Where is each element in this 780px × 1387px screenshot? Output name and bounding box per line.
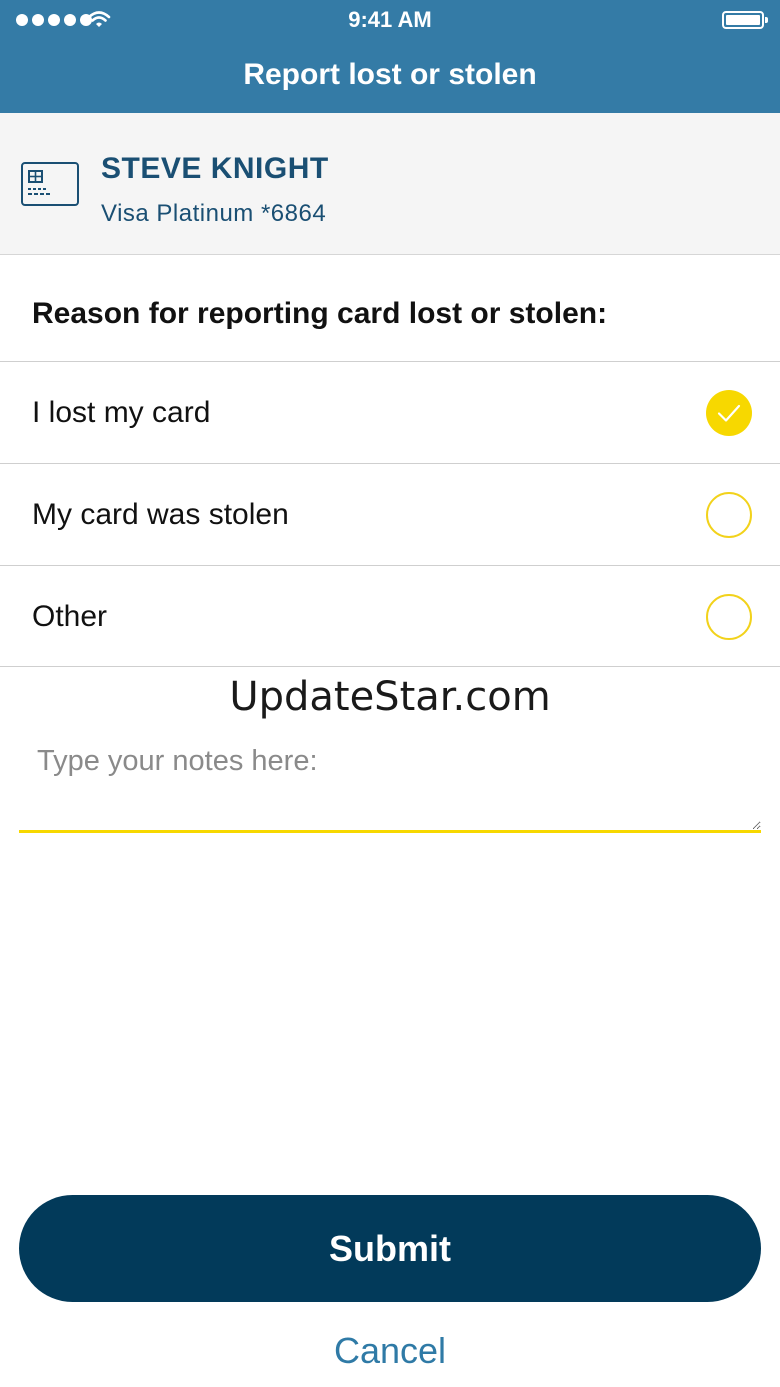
radio-unchecked-icon[interactable] [706,492,752,538]
page-title: Report lost or stolen [243,58,537,91]
option-lost-card[interactable]: I lost my card [0,361,780,462]
navigation-header: 9:41 AM Report lost or stolen [0,0,780,113]
credit-card-icon [21,162,79,206]
cancel-button[interactable]: Cancel [0,1330,780,1372]
card-description: Visa Platinum *6864 [101,200,327,227]
option-label: Other [32,600,108,633]
option-other[interactable]: Other [0,565,780,667]
card-summary: STEVE KNIGHT Visa Platinum *6864 [0,113,780,255]
watermark: UpdateStar.com [229,674,551,720]
reason-heading: Reason for reporting card lost or stolen… [32,297,608,330]
notes-input[interactable] [19,745,761,833]
option-label: My card was stolen [32,498,289,531]
option-label: I lost my card [32,396,211,429]
radio-checked-icon[interactable] [706,390,752,436]
card-holder-name: STEVE KNIGHT [101,152,329,185]
status-bar: 9:41 AM [0,0,780,40]
battery-icon [722,11,768,29]
status-time: 9:41 AM [348,7,432,32]
radio-unchecked-icon[interactable] [706,594,752,640]
submit-button[interactable]: Submit [19,1195,761,1302]
option-card-stolen[interactable]: My card was stolen [0,463,780,564]
